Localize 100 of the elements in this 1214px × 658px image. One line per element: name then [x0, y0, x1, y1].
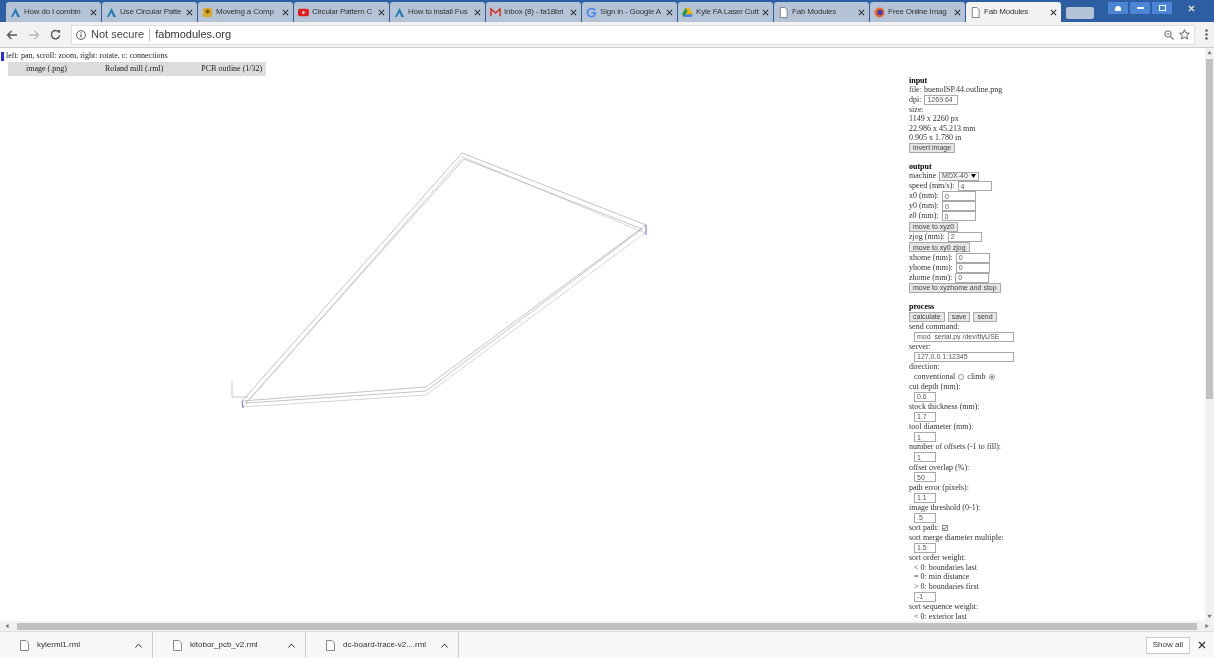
- close-icon[interactable]: [666, 8, 673, 16]
- caret-icon: [970, 174, 976, 179]
- tab-title: How do I combin: [24, 6, 82, 18]
- close-icon[interactable]: [570, 8, 577, 16]
- checkbox[interactable]: [942, 525, 948, 532]
- reload-icon[interactable]: [50, 29, 61, 40]
- page-icon: [778, 6, 789, 18]
- page-icon: [970, 6, 981, 18]
- field-label: dpi:: [909, 93, 922, 106]
- panel-label: size:: [909, 104, 925, 114]
- tab-title: Moveing a Comp: [216, 6, 275, 18]
- info-icon: [76, 29, 86, 40]
- browser-tab[interactable]: Kyle FA Laser Cutt: [678, 2, 773, 22]
- field-label: x0 (mm):: [909, 190, 939, 202]
- tab-title: Free Online Imag: [888, 6, 948, 18]
- tab-title: Inbox (8) - fa18bri: [504, 6, 565, 18]
- browser-tab[interactable]: Fab Modules: [966, 2, 1061, 22]
- show-all-button[interactable]: Show all: [1145, 636, 1190, 654]
- address-bar[interactable]: Not secure fabmodules.org: [71, 24, 1195, 45]
- caret-icon[interactable]: [135, 642, 142, 648]
- tab-title: Fab Modules: [984, 6, 1030, 18]
- panel-label: number of offsets (-1 to fill):: [909, 442, 1003, 452]
- handle-icon[interactable]: [1, 51, 4, 61]
- globe-icon: [874, 6, 885, 18]
- radio-button[interactable]: [988, 373, 995, 380]
- panel-label: sort sequence weight:: [909, 602, 980, 612]
- file-name: kitobor_pcb_v2.rml: [190, 639, 259, 651]
- browser-tab[interactable]: Fab Modules: [774, 2, 869, 22]
- panel-label: sort merge diameter multiple:: [909, 533, 1005, 543]
- panel-label: file: buenoISP.44.outline.png: [909, 85, 1004, 95]
- radio-label: climb: [967, 370, 986, 383]
- browser-tab[interactable]: How to install Fus: [390, 2, 485, 22]
- field-label: machine: [909, 171, 937, 182]
- browser-tab[interactable]: Free Online Imag: [870, 2, 965, 22]
- file-icon: [173, 639, 182, 651]
- browser-tab[interactable]: How do I combin: [6, 2, 101, 22]
- triangle-logo-icon: [10, 6, 21, 18]
- close-icon[interactable]: [858, 8, 865, 16]
- close-icon[interactable]: [1198, 641, 1206, 649]
- browser-tab[interactable]: Moveing a Comp: [198, 2, 293, 22]
- security-label: Not secure: [91, 27, 145, 43]
- field-label: zjog (mm):: [909, 231, 945, 243]
- arrow-icon[interactable]: [1207, 50, 1212, 55]
- field-label: zhome (mm):: [909, 272, 953, 284]
- download-item[interactable]: kylerml1.rml: [0, 632, 153, 658]
- panel-label: = 0: min distance: [913, 572, 971, 582]
- panel-label: tool diameter (mm):: [909, 422, 975, 432]
- radio-button[interactable]: [958, 373, 965, 380]
- hint-text: left: pan, scroll: zoom, right: rotate, c: connections: [6, 50, 168, 62]
- panel-label: 22.986 x 45.213 mm: [909, 123, 977, 133]
- browser-tab[interactable]: Use Circular Patte: [102, 2, 197, 22]
- close-icon[interactable]: [762, 8, 769, 16]
- menu-item[interactable]: Roland mill (.rml): [104, 63, 164, 75]
- close-icon[interactable]: [90, 8, 97, 16]
- browser-tab[interactable]: Inbox (8) - fa18bri: [486, 2, 581, 22]
- panel-label: < 0: boundaries last: [913, 562, 978, 573]
- radio-label: conventional: [914, 370, 956, 383]
- avatar-icon: [202, 6, 213, 18]
- download-item[interactable]: kitobor_pcb_v2.rml: [153, 632, 306, 658]
- tab-title: Sign in - Google A: [600, 6, 662, 18]
- close-icon[interactable]: [954, 8, 961, 16]
- panel-label: direction:: [909, 362, 941, 372]
- profile-icon[interactable]: [1108, 2, 1128, 14]
- close-icon[interactable]: [186, 8, 193, 16]
- close-icon[interactable]: [474, 8, 481, 16]
- section-heading: process: [909, 302, 936, 312]
- download-item[interactable]: dc-board-trace-v2....rml: [306, 632, 459, 658]
- close-icon[interactable]: [378, 8, 385, 16]
- horizontal-scrollbar[interactable]: [0, 621, 1214, 631]
- browser-tab[interactable]: Sign in - Google A: [582, 2, 677, 22]
- field-label: speed (mm/s):: [909, 180, 955, 192]
- minimize-icon[interactable]: [1130, 2, 1150, 14]
- file-icon: [20, 639, 29, 651]
- close-icon[interactable]: [282, 8, 289, 16]
- g-logo-icon: [586, 6, 597, 18]
- menu-item[interactable]: PCB outline (1/32): [201, 63, 263, 75]
- panel-label: sort order weight:: [909, 553, 967, 563]
- close-icon[interactable]: [1050, 8, 1057, 16]
- checkbox-label: sort path:: [909, 522, 939, 535]
- arrow-icon[interactable]: [4, 623, 9, 629]
- field-label: z0 (mm):: [909, 210, 939, 223]
- back-icon[interactable]: [6, 29, 18, 40]
- caret-icon[interactable]: [288, 642, 295, 648]
- star-icon[interactable]: [1179, 29, 1190, 40]
- triangle-logo-icon: [682, 6, 693, 18]
- zoom-icon[interactable]: [1164, 29, 1174, 40]
- panel-label: server:: [909, 342, 932, 352]
- panel-label: stock thickness (mm):: [909, 402, 981, 412]
- maximize-icon[interactable]: [1152, 2, 1172, 14]
- vertical-scrollbar[interactable]: [1205, 48, 1214, 621]
- section-heading: input: [909, 76, 929, 85]
- browser-tab[interactable]: Circular Pattern C: [294, 2, 389, 22]
- tab-title: Use Circular Patte: [120, 6, 183, 18]
- panel-label: < 0: exterior last: [913, 611, 968, 621]
- mail-icon: [490, 6, 501, 18]
- caret-icon[interactable]: [441, 642, 448, 648]
- panel-label: > 0: boundaries first: [913, 581, 980, 592]
- triangle-logo-icon: [394, 6, 405, 18]
- menu-icon[interactable]: [1205, 29, 1208, 40]
- menu-item[interactable]: image (.png): [26, 63, 67, 75]
